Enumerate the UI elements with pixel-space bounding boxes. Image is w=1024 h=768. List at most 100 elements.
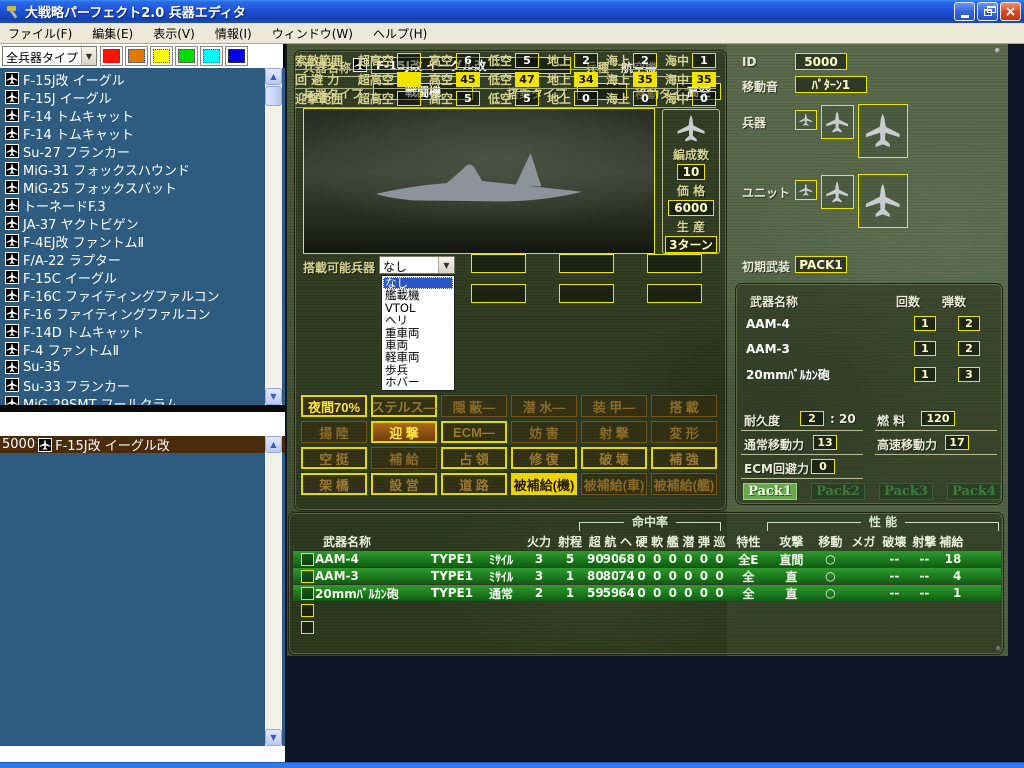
ability-button[interactable]: ステルス― [371,395,437,417]
armament-row[interactable]: 20mmﾊﾞﾙｶﾝ砲 1 3 [746,366,994,383]
scroll-down-icon[interactable]: ▼ [265,388,282,405]
carry-slot[interactable] [471,284,526,303]
ability-button[interactable]: 補 給 [371,447,437,469]
dropdown-option[interactable]: ホバー [383,376,453,388]
dropdown-option[interactable]: 軽車両 [383,351,453,363]
unit-icon-large[interactable] [858,174,908,228]
list-item[interactable]: Su-27 フランカー [0,142,285,160]
row-checkbox[interactable] [301,621,314,634]
weapon-type-filter[interactable]: 全兵器タイプ ▼ [2,46,97,66]
ability-button[interactable]: 迎 撃 [371,421,437,443]
armament-row[interactable]: AAM-3 1 2 [746,341,994,356]
pack-button[interactable]: Pack3 [879,483,933,500]
ability-button[interactable]: 搭 載 [651,395,717,417]
list-item[interactable]: MiG-25 フォックスバット [0,178,285,196]
menu-item[interactable]: ウィンドウ(W) [272,25,353,42]
selected-list-scrollbar[interactable]: ▲ ▼ [265,436,282,746]
row-checkbox[interactable] [301,570,314,583]
carry-slot[interactable] [647,254,702,273]
count-field[interactable]: 1 [914,367,936,382]
ability-button[interactable]: 射 撃 [581,421,647,443]
ability-button[interactable]: 道 路 [441,473,507,495]
menu-item[interactable]: 表示(V) [153,25,195,42]
list-item[interactable]: F-16C ファイティングファルコン [0,286,285,304]
title-bar[interactable]: 大戦略パーフェクト2.0 兵器エディタ × [0,0,1024,23]
ability-button[interactable]: 設 営 [371,473,437,495]
list-item[interactable]: F-15J イーグル [0,88,285,106]
armament-row[interactable]: AAM-4 1 2 [746,316,994,331]
ammo-field[interactable]: 2 [958,341,980,356]
ammo-field[interactable]: 3 [958,367,980,382]
color-filter-button[interactable] [200,46,223,66]
ability-button[interactable]: ECM― [441,421,507,443]
color-filter-button[interactable] [100,46,123,66]
dropdown-option[interactable]: ヘリ [383,314,453,326]
dropdown-option[interactable]: 艦載機 [383,289,453,301]
weapon-icon-medium[interactable] [821,105,854,139]
carry-slot[interactable] [559,284,614,303]
ability-button[interactable]: 揚 陸 [301,421,367,443]
selected-weapon-row[interactable]: 5000 F-15J改 イーグル改 [0,436,285,453]
list-item[interactable]: MiG-29SMT フールクラム [0,394,285,405]
scroll-thumb[interactable] [265,86,282,106]
move-fast-field[interactable]: 17 [945,435,969,450]
table-row[interactable] [293,619,1001,635]
menu-item[interactable]: 情報(I) [215,25,252,42]
table-row[interactable]: AAM-3 TYPE1 ﾐｻｲﾙ 3 1 80 80 74 0 0 0 0 0 … [293,568,1001,584]
menu-item[interactable]: ヘルプ(H) [373,25,427,42]
ability-button[interactable]: 架 橋 [301,473,367,495]
table-row[interactable]: AAM-4 TYPE1 ﾐｻｲﾙ 3 5 90 90 68 0 0 0 0 0 … [293,551,1001,567]
chevron-down-icon[interactable]: ▼ [438,257,454,273]
carry-slot[interactable] [471,254,526,273]
weapon-icon-small[interactable] [795,110,817,130]
ability-button[interactable]: 補 強 [651,447,717,469]
ability-button[interactable]: 妨 害 [511,421,577,443]
move-normal-field[interactable]: 13 [813,435,837,450]
list-item[interactable]: MiG-31 フォックスハウンド [0,160,285,178]
table-row[interactable] [293,602,1001,618]
list-item[interactable]: F/A-22 ラプター [0,250,285,268]
production-field[interactable]: 3ターン [665,236,717,253]
durability-field[interactable]: 2 [800,411,824,426]
formation-field[interactable]: 10 [677,164,705,180]
list-item[interactable]: F-14D トムキャット [0,322,285,340]
ability-button[interactable]: 夜間70% [301,395,367,417]
ability-button[interactable]: 被補給(艦) [651,473,717,495]
close-button[interactable]: × [1000,2,1021,21]
menu-item[interactable]: 編集(E) [92,25,133,42]
color-filter-button[interactable] [225,46,248,66]
initial-armament-field[interactable]: PACK1 [795,256,847,273]
ability-button[interactable]: 潜 水― [511,395,577,417]
scroll-up-icon[interactable]: ▲ [265,68,282,85]
list-item[interactable]: F-15C イーグル [0,268,285,286]
unit-icon-medium[interactable] [821,175,854,209]
ability-button[interactable]: 被補給(車) [581,473,647,495]
chevron-down-icon[interactable]: ▼ [81,47,96,65]
id-field[interactable]: 5000 [795,53,847,70]
color-filter-button[interactable] [150,46,173,66]
ability-button[interactable]: 装 甲― [581,395,647,417]
ability-button[interactable]: 変 形 [651,421,717,443]
ability-button[interactable]: 占 領 [441,447,507,469]
move-sound-field[interactable]: ﾊﾟﾀｰﾝ1 [795,76,867,93]
list-item[interactable]: Su-35 [0,358,285,376]
list-item[interactable]: JA-37 ヤクトビゲン [0,214,285,232]
scroll-up-icon[interactable]: ▲ [265,436,282,453]
ability-button[interactable]: 修 復 [511,447,577,469]
row-checkbox[interactable] [301,587,314,600]
row-checkbox[interactable] [301,604,314,617]
carry-combobox[interactable]: なし ▼ [379,256,455,274]
carry-slot[interactable] [559,254,614,273]
list-item[interactable]: F-16 ファイティングファルコン [0,304,285,322]
list-item[interactable]: F-14 トムキャット [0,124,285,142]
list-item[interactable]: Su-33 フランカー [0,376,285,394]
aircraft-list-scrollbar[interactable]: ▲ ▼ [265,68,282,405]
pack-button[interactable]: Pack1 [743,483,797,500]
menu-item[interactable]: ファイル(F) [8,25,72,42]
price-field[interactable]: 6000 [668,200,714,216]
table-row[interactable]: 20mmﾊﾞﾙｶﾝ砲 TYPE1 通常 2 1 59 59 64 0 0 0 0… [293,585,1001,601]
scroll-down-icon[interactable]: ▼ [265,729,282,746]
list-item[interactable]: トーネードF.3 [0,196,285,214]
count-field[interactable]: 1 [914,316,936,331]
list-item[interactable]: F-14 トムキャット [0,106,285,124]
